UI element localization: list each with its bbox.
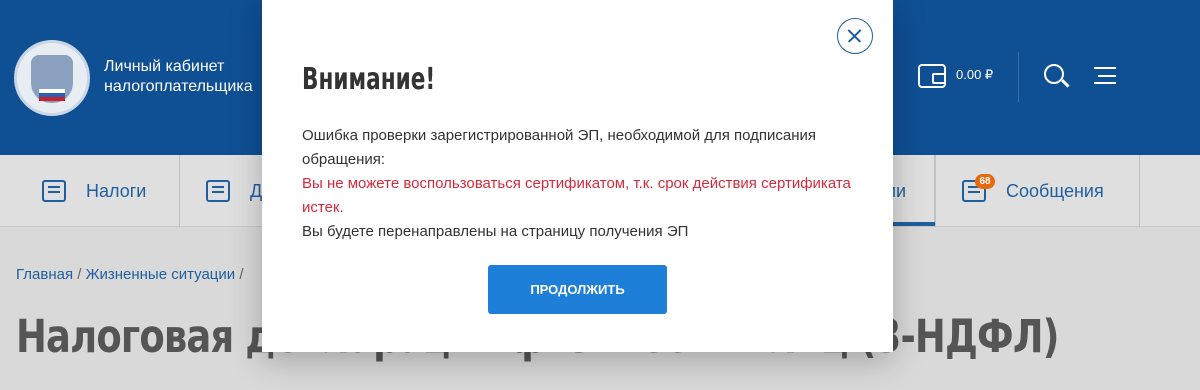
continue-button[interactable]: ПРОДОЛЖИТЬ [488, 265, 667, 314]
modal-message: Ошибка проверки зарегистрированной ЭП, н… [302, 124, 862, 244]
warning-modal: Внимание! Ошибка проверки зарегистрирова… [262, 0, 893, 352]
modal-message-line3: Вы будете перенаправлены на страницу пол… [302, 223, 689, 240]
modal-title: Внимание! [302, 62, 436, 97]
close-icon[interactable] [837, 18, 873, 54]
modal-error-text: Вы не можете воспользоваться сертификато… [302, 175, 851, 216]
modal-message-line1: Ошибка проверки зарегистрированной ЭП, н… [302, 127, 817, 168]
